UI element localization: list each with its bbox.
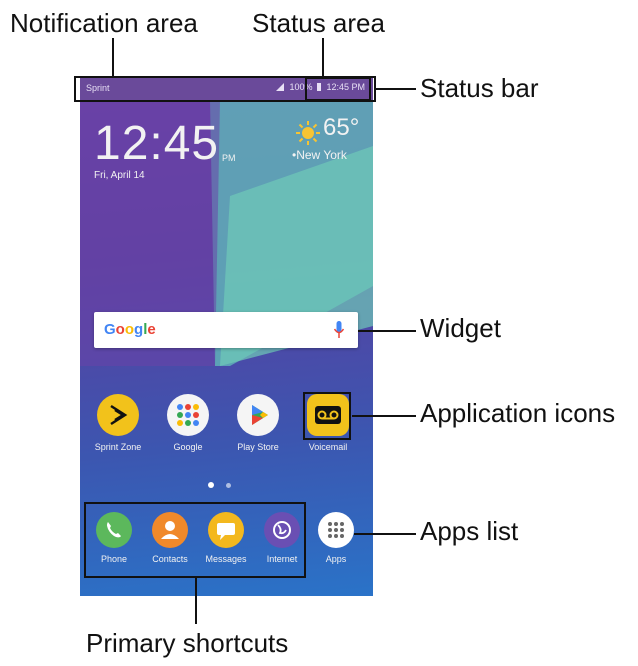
callout-application-icons: Application icons [420, 398, 616, 428]
leader-apps-list [354, 533, 416, 535]
google-logo: Google [104, 321, 156, 338]
app-google[interactable]: Google [156, 394, 220, 452]
page-dot[interactable] [226, 482, 231, 488]
callout-widget: Widget [420, 313, 501, 343]
page-indicator [208, 482, 231, 488]
app-sprint-zone[interactable]: Sprint Zone [86, 394, 150, 452]
leader-application-icons [352, 415, 416, 417]
clock-ampm: PM [222, 153, 236, 163]
play-store-icon [237, 394, 279, 436]
callout-notification-area: Notification area [10, 8, 198, 38]
sprint-zone-icon [97, 394, 139, 436]
app-label: Play Store [237, 442, 279, 452]
sun-icon [296, 121, 320, 145]
mic-icon[interactable] [334, 321, 344, 339]
app-label: Voicemail [308, 442, 348, 452]
weather-temperature[interactable]: 65° [323, 114, 359, 142]
status-area-highlight [305, 77, 371, 101]
app-label: Apps [325, 554, 347, 564]
clock-time[interactable]: 12:45 [94, 116, 219, 171]
apps-grid-icon [318, 512, 354, 548]
leader-widget [358, 330, 416, 332]
callout-primary-shortcuts: Primary shortcuts [86, 628, 289, 658]
google-folder-icon [167, 394, 209, 436]
callout-status-area: Status area [252, 8, 385, 38]
app-play-store[interactable]: Play Store [226, 394, 290, 452]
leader-primary-shortcuts [195, 578, 197, 624]
weather-city-label: New York [296, 148, 347, 162]
app-label: Google [173, 442, 203, 452]
callout-apps-list: Apps list [420, 516, 519, 546]
page-dot-active[interactable] [208, 482, 214, 488]
app-label: Sprint Zone [94, 442, 142, 452]
weather-city: •New York [292, 148, 347, 162]
voicemail-highlight [303, 392, 351, 440]
dock-apps[interactable]: Apps [304, 512, 368, 564]
primary-shortcuts-highlight [84, 502, 306, 578]
leader-status-bar [376, 88, 416, 90]
clock-date: Fri, April 14 [94, 170, 145, 181]
leader-status-area [322, 38, 324, 78]
leader-notification-area [112, 38, 114, 78]
google-search-widget[interactable]: Google [94, 312, 358, 348]
callout-status-bar: Status bar [420, 73, 539, 103]
